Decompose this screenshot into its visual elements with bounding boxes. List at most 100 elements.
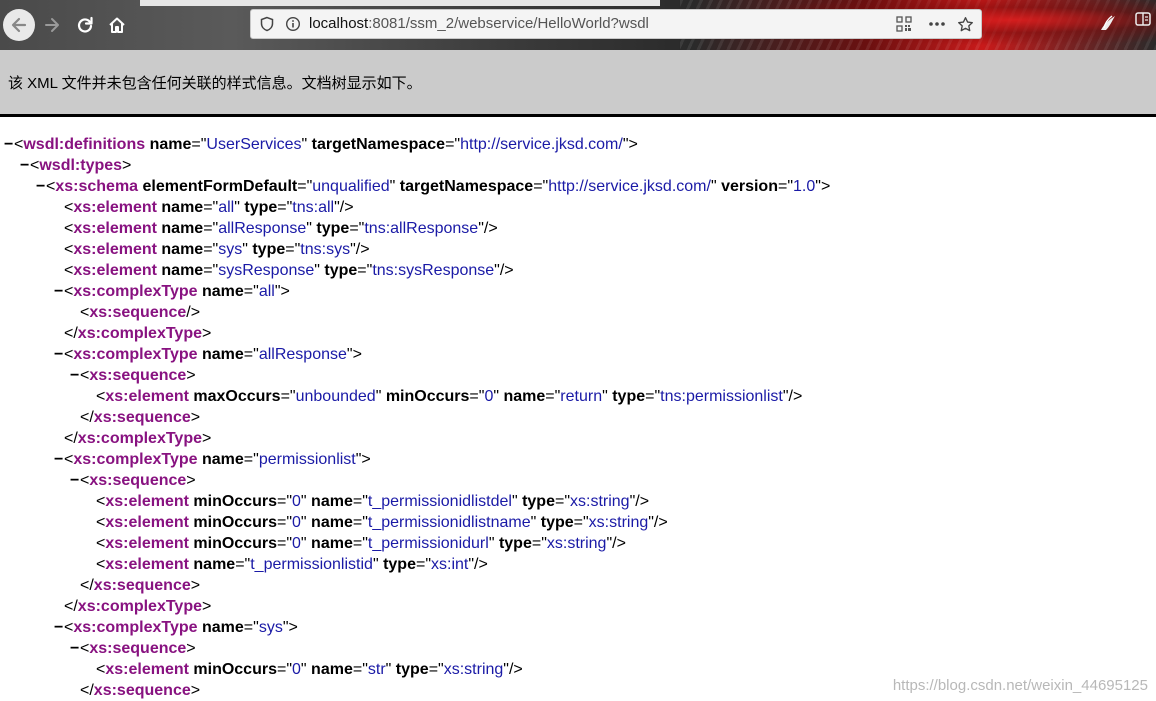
xml-punctuation: =" bbox=[357, 262, 373, 279]
url-text[interactable]: localhost:8081/ssm_2/webservice/HelloWor… bbox=[309, 15, 649, 32]
xml-line: <xs:element name="sysResponse" type="tns… bbox=[64, 260, 514, 281]
back-button[interactable] bbox=[3, 9, 35, 41]
xml-tag-name: xs:element bbox=[73, 199, 157, 216]
xml-attribute-value: 0 bbox=[292, 535, 301, 552]
xml-punctuation: < bbox=[64, 262, 74, 279]
xml-tag-name: xs:element bbox=[105, 514, 189, 531]
xml-line: </xs:sequence> bbox=[80, 407, 200, 428]
xml-attribute-name: name bbox=[311, 514, 353, 531]
xml-attribute-name: name bbox=[161, 199, 204, 216]
xml-punctuation: " bbox=[306, 220, 317, 237]
xml-attribute-value: permissionlist bbox=[258, 451, 356, 468]
reload-button[interactable] bbox=[69, 9, 101, 41]
xml-tag-name: xs:schema bbox=[55, 178, 139, 195]
xml-line: </xs:complexType> bbox=[64, 428, 211, 449]
xml-attribute-name: name bbox=[202, 451, 244, 468]
xml-attribute-name: minOccurs bbox=[385, 388, 470, 405]
xml-tag-name: xs:element bbox=[73, 220, 157, 237]
xml-punctuation: =" bbox=[276, 493, 293, 510]
xml-punctuation: < bbox=[64, 283, 74, 300]
xml-tag-name: xs:sequence bbox=[93, 409, 191, 426]
xml-punctuation: < bbox=[64, 451, 74, 468]
xml-tag-name: xs:element bbox=[73, 241, 157, 258]
forward-button[interactable] bbox=[36, 9, 68, 41]
url-path: :8081/ssm_2/webservice/HelloWorld?wsdl bbox=[368, 15, 649, 32]
collapse-toggle[interactable]: − bbox=[70, 365, 80, 386]
xml-punctuation: =" bbox=[428, 661, 444, 678]
xml-punctuation: =" bbox=[352, 661, 368, 678]
xml-punctuation: " bbox=[300, 493, 312, 510]
xml-punctuation: < bbox=[96, 388, 106, 405]
xml-line: <xs:element name="t_permissionlistid" ty… bbox=[96, 554, 488, 575]
info-icon[interactable] bbox=[285, 16, 301, 32]
xml-tag-name: xs:element bbox=[105, 661, 189, 678]
xml-punctuation: < bbox=[96, 493, 106, 510]
collapse-toggle[interactable]: − bbox=[54, 617, 64, 638]
xml-attribute-value: t_permissionidlistdel bbox=[367, 493, 512, 510]
xml-attribute-value: all bbox=[258, 283, 275, 300]
xml-line: <xs:element name="sys" type="tns:sys"/> bbox=[64, 239, 370, 260]
xml-punctuation: " bbox=[511, 493, 523, 510]
xml-punctuation: </ bbox=[80, 682, 94, 699]
xml-notice-text: 该 XML 文件并未包含任何关联的样式信息。文档树显示如下。 bbox=[8, 75, 422, 92]
xml-punctuation: "/> bbox=[494, 262, 514, 279]
collapse-toggle[interactable]: − bbox=[20, 155, 30, 176]
xml-tag-name: xs:element bbox=[105, 493, 189, 510]
xml-punctuation: =" bbox=[280, 388, 296, 405]
reader-view-icon[interactable] bbox=[1134, 10, 1152, 28]
xml-punctuation: < bbox=[96, 661, 106, 678]
xml-line: </xs:complexType> bbox=[64, 596, 211, 617]
xml-punctuation: "> bbox=[346, 346, 362, 363]
xml-punctuation: =" bbox=[277, 199, 293, 216]
xml-punctuation: =" bbox=[297, 178, 313, 195]
xml-attribute-value: xs:int bbox=[431, 556, 469, 573]
xml-attribute-name: name bbox=[193, 556, 236, 573]
xml-punctuation: =" bbox=[545, 388, 561, 405]
xml-attribute-name: minOccurs bbox=[193, 535, 277, 552]
xml-line: </xs:complexType> bbox=[64, 323, 211, 344]
xml-attribute-name: targetNamespace bbox=[311, 136, 446, 153]
xml-attribute-name: version bbox=[721, 178, 778, 195]
xml-punctuation: < bbox=[80, 640, 90, 657]
xml-attribute-value: allResponse bbox=[258, 346, 347, 363]
qr-code-icon[interactable] bbox=[896, 16, 912, 32]
xml-tag-name: xs:sequence bbox=[89, 304, 187, 321]
xml-attribute-name: name bbox=[149, 136, 192, 153]
xml-tag-name: xs:complexType bbox=[73, 283, 198, 300]
collapse-toggle[interactable]: − bbox=[54, 449, 64, 470]
xml-punctuation: " bbox=[372, 556, 384, 573]
home-button[interactable] bbox=[101, 9, 133, 41]
collapse-toggle[interactable]: − bbox=[54, 281, 64, 302]
watermark: https://blog.csdn.net/weixin_44695125 bbox=[892, 677, 1148, 694]
xml-tag-name: xs:element bbox=[105, 388, 189, 405]
collapse-toggle[interactable]: − bbox=[4, 134, 14, 155]
xml-tag-name: xs:sequence bbox=[93, 682, 191, 699]
xml-attribute-name: name bbox=[202, 283, 244, 300]
xml-punctuation: =" bbox=[276, 661, 293, 678]
collapse-toggle[interactable]: − bbox=[54, 344, 64, 365]
address-bar[interactable]: localhost:8081/ssm_2/webservice/HelloWor… bbox=[250, 9, 982, 39]
collapse-toggle[interactable]: − bbox=[70, 638, 80, 659]
xml-attribute-value: tns:allResponse bbox=[364, 220, 479, 237]
xml-punctuation: =" bbox=[533, 178, 549, 195]
collapse-toggle[interactable]: − bbox=[70, 470, 80, 491]
xml-tag-name: xs:sequence bbox=[93, 577, 191, 594]
collapse-toggle[interactable]: − bbox=[36, 176, 46, 197]
xml-punctuation: =" bbox=[243, 346, 259, 363]
xml-notice-banner: 该 XML 文件并未包含任何关联的样式信息。文档树显示如下。 bbox=[0, 50, 1156, 114]
xml-tag-name: xs:sequence bbox=[89, 472, 187, 489]
bookmark-star-icon[interactable] bbox=[957, 16, 974, 33]
shield-icon[interactable] bbox=[259, 16, 275, 32]
xml-punctuation: "> bbox=[622, 136, 638, 153]
xml-attribute-name: name bbox=[161, 262, 204, 279]
xml-attribute-value: http://service.jksd.com/ bbox=[460, 136, 623, 153]
xml-punctuation: < bbox=[80, 367, 90, 384]
xml-line: <xs:element maxOccurs="unbounded" minOcc… bbox=[96, 386, 802, 407]
xml-punctuation: =" bbox=[469, 388, 485, 405]
more-options-icon[interactable] bbox=[928, 16, 946, 32]
xml-punctuation: </ bbox=[64, 430, 78, 447]
xml-punctuation: " bbox=[385, 661, 396, 678]
extension-icon[interactable] bbox=[1096, 10, 1120, 34]
xml-attribute-value: str bbox=[367, 661, 386, 678]
xml-punctuation: < bbox=[64, 199, 74, 216]
